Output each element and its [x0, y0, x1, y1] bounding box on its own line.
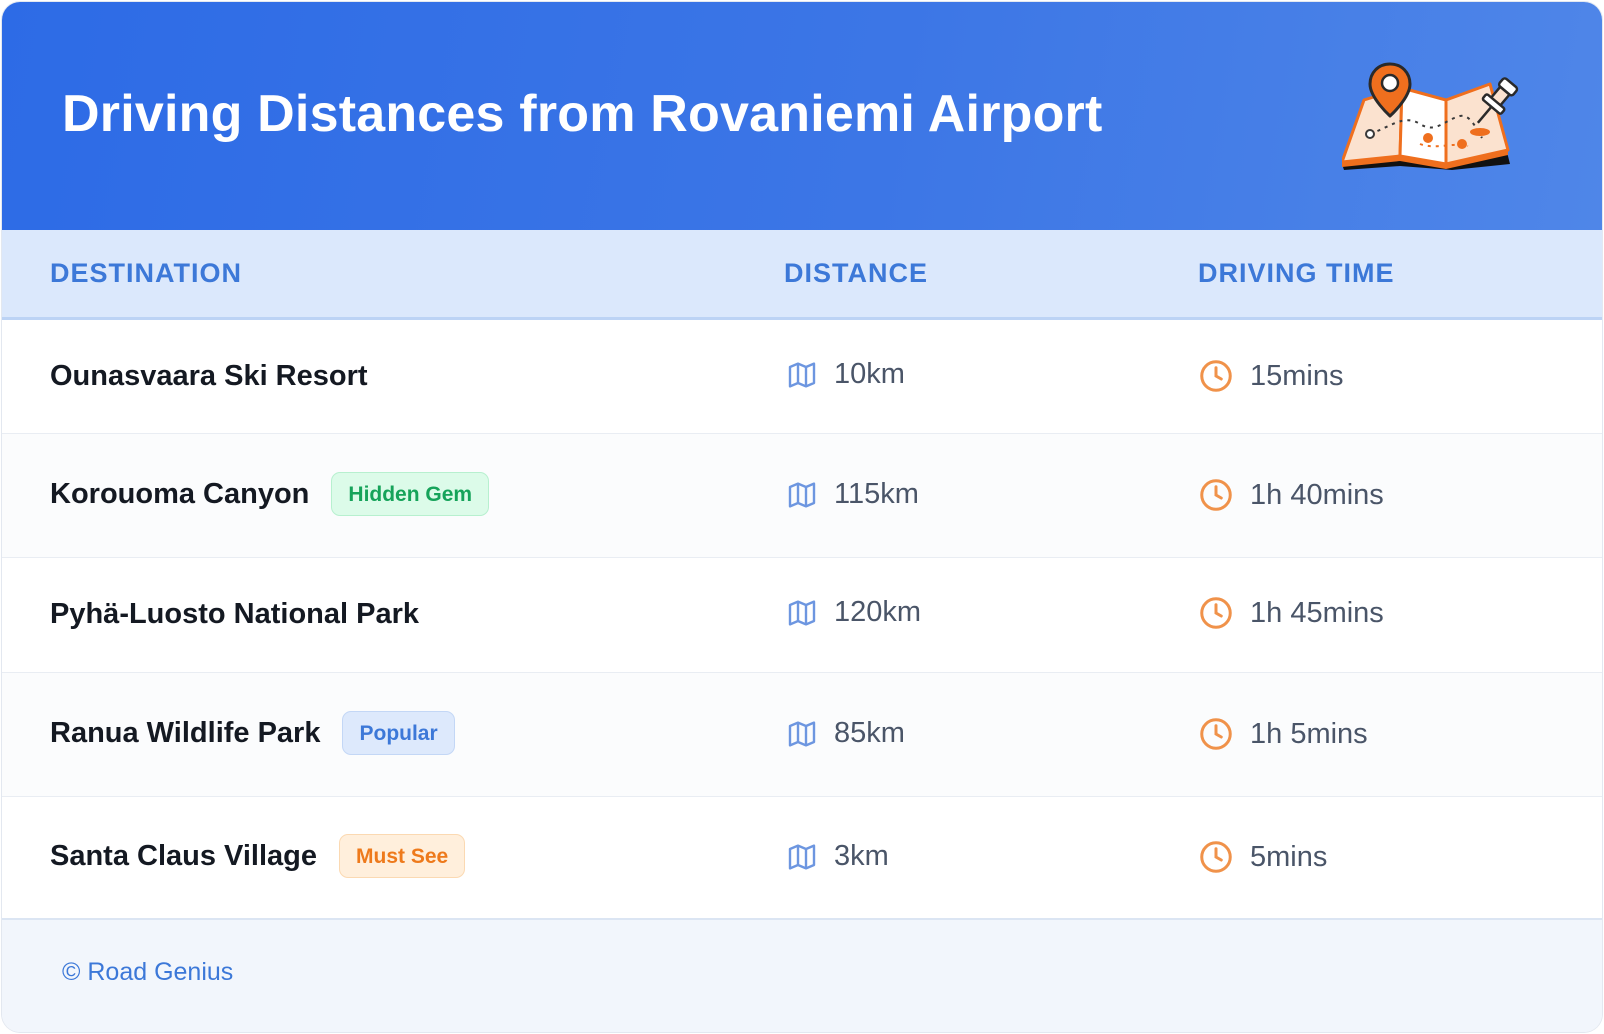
clock-icon — [1200, 718, 1232, 750]
distance-table-card: Driving Distances from Rovaniemi Airport — [2, 2, 1602, 1032]
distance-value: 10km — [834, 358, 905, 390]
table-row: Santa Claus Village Must See 3km 5mins — [2, 797, 1602, 918]
map-icon — [788, 720, 816, 747]
driving-time-cell: 1h 45mins — [1198, 595, 1384, 631]
distance-cell: 120km — [786, 596, 921, 629]
driving-time-cell: 5mins — [1198, 839, 1327, 875]
driving-time-cell: 1h 40mins — [1198, 477, 1384, 513]
driving-time-value: 1h 5mins — [1250, 717, 1368, 750]
popular-badge: Popular — [342, 711, 455, 755]
clock-icon — [1200, 360, 1232, 392]
destination-name: Korouoma Canyon Hidden Gem — [50, 472, 490, 516]
map-icon — [788, 843, 816, 870]
driving-time-cell: 1h 5mins — [1198, 716, 1368, 752]
destination-name: Ranua Wildlife Park Popular — [50, 711, 455, 755]
table-row: Ounasvaara Ski Resort 10km 15mins — [2, 320, 1602, 434]
footer: © Road Genius — [2, 918, 1602, 1032]
destination-name: Pyhä-Luosto National Park — [50, 598, 419, 631]
destination-name: Ounasvaara Ski Resort — [50, 360, 368, 393]
copyright-text: © Road Genius — [62, 958, 234, 986]
map-icon — [788, 599, 816, 626]
destination-label: Ounasvaara Ski Resort — [50, 360, 368, 392]
clock-icon — [1200, 841, 1232, 873]
table-row: Ranua Wildlife Park Popular 85km 1h 5min… — [2, 673, 1602, 797]
distance-cell: 3km — [786, 840, 889, 873]
destination-label: Santa Claus Village — [50, 839, 318, 872]
driving-time-cell: 15mins — [1198, 358, 1344, 394]
destination-label: Pyhä-Luosto National Park — [50, 598, 420, 630]
column-header-driving-time: DRIVING TIME — [1198, 258, 1395, 288]
driving-time-value: 1h 40mins — [1250, 478, 1384, 511]
folded-map-with-pins-icon — [1342, 62, 1519, 170]
distance-cell: 10km — [786, 358, 905, 391]
driving-time-value: 15mins — [1250, 359, 1344, 392]
column-header-distance: DISTANCE — [784, 258, 929, 288]
header-banner: Driving Distances from Rovaniemi Airport — [2, 2, 1602, 230]
distance-value: 3km — [834, 840, 889, 872]
clock-icon — [1200, 597, 1232, 629]
distance-cell: 115km — [786, 478, 919, 511]
driving-time-value: 5mins — [1250, 840, 1328, 873]
table-header: DESTINATION DISTANCE DRIVING TIME — [2, 230, 1602, 320]
destination-name: Santa Claus Village Must See — [50, 834, 466, 878]
distance-cell: 85km — [786, 717, 905, 750]
must-see-badge: Must See — [339, 834, 466, 878]
driving-time-value: 1h 45mins — [1250, 596, 1384, 629]
destination-label: Korouoma Canyon — [50, 477, 310, 510]
page-title: Driving Distances from Rovaniemi Airport — [62, 85, 1103, 143]
clock-icon — [1200, 479, 1232, 511]
distance-value: 120km — [834, 596, 922, 628]
column-header-destination: DESTINATION — [50, 258, 242, 288]
distance-value: 85km — [834, 717, 905, 749]
table-row: Pyhä-Luosto National Park 120km 1h 45min… — [2, 558, 1602, 673]
distance-value: 115km — [834, 478, 919, 510]
hidden-gem-badge: Hidden Gem — [331, 472, 490, 516]
table-row: Korouoma Canyon Hidden Gem 115km 1h 40mi… — [2, 434, 1602, 558]
map-icon — [788, 481, 816, 508]
map-icon — [788, 361, 816, 388]
destination-label: Ranua Wildlife Park — [50, 716, 321, 749]
